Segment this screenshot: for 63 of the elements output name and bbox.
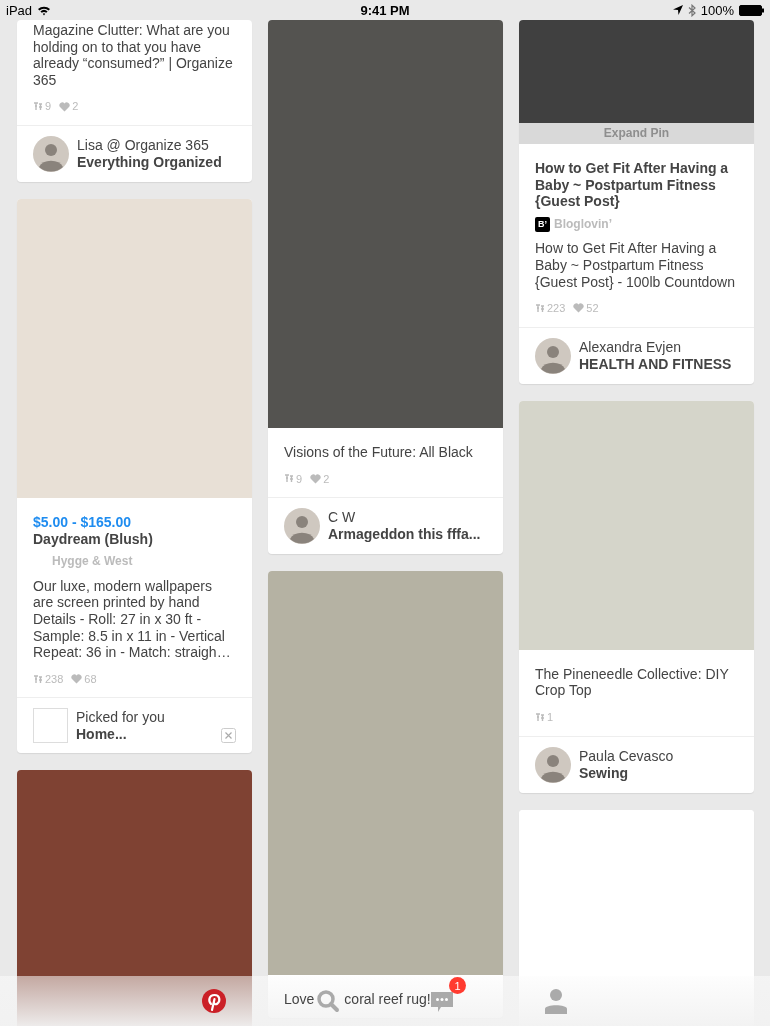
pin-description: Love: [284, 991, 315, 1008]
pin-title: How to Get Fit After Having a Baby ~ Postpartum Fitness {Guest Post}: [535, 160, 730, 210]
pin-icon: [535, 303, 545, 313]
avatar-icon[interactable]: [535, 337, 571, 374]
heart-icon: [71, 674, 83, 684]
price: $5.00 - $165.00: [33, 513, 133, 531]
person-icon: [544, 988, 568, 1014]
heart-icon: [59, 101, 71, 112]
pin-description: Our luxe, modern wallpapers are screen printed by hand Details - Roll: 27 in x 30 ft - Sample: 8.5 in x 11 in - Vertical Repeat: 36 in - Match: straigh…: [33, 577, 232, 661]
source-logo: B’: [535, 216, 550, 232]
pin-card[interactable]: Magazine Clutter: What are you holding on to that you have already “consumed?” | Organize 365 9 2 Lisa @ Organize 365 Everything Organized: [17, 20, 252, 182]
board-name[interactable]: Armageddon this fffa...: [328, 526, 481, 544]
clock-time: 9:41 PM: [360, 2, 410, 18]
pinner-name[interactable]: Alexandra Evjen: [579, 338, 732, 356]
wifi-icon: [37, 4, 52, 16]
board-name[interactable]: HEALTH AND FITNESS: [579, 355, 732, 373]
profile-tab[interactable]: [542, 986, 570, 1016]
like-count: 52: [586, 301, 599, 317]
repin-count: 223: [547, 301, 566, 317]
location-arrow-icon: [672, 5, 683, 15]
pin-description: Visions of the Future: All Black: [284, 444, 474, 461]
pin-title: Daydream (Blush): [33, 530, 154, 548]
pin-card[interactable]: Visions of the Future: All Black 9 2 C W Armageddon this fffa...: [268, 20, 503, 555]
board-name[interactable]: Sewing: [579, 764, 674, 782]
chat-bubble-icon: [430, 989, 454, 1013]
pinner-name[interactable]: Lisa @ Organize 365: [77, 136, 222, 154]
pin-card[interactable]: [519, 20, 754, 384]
board-name[interactable]: Home...: [76, 725, 165, 743]
like-count: 68: [84, 671, 97, 687]
pin-description: coral reef rug!: [344, 991, 431, 1008]
pin-description: Magazine Clutter: What are you holding on to that you have already “consumed?” | Organize 365: [33, 22, 234, 89]
pin-description: How to Get Fit After Having a Baby ~ Postpartum Fitness {Guest Post} - 100lb Countdown: [535, 240, 737, 291]
heart-icon: [573, 303, 585, 314]
pinner-name[interactable]: Picked for you: [76, 708, 165, 726]
battery-percent: 100%: [700, 2, 734, 18]
repin-count: 9: [45, 99, 52, 115]
bluetooth-icon: [687, 3, 696, 17]
pin-icon: [535, 712, 545, 722]
board-thumbnail[interactable]: [33, 708, 68, 744]
pin-logo-icon: [202, 989, 226, 1013]
pin-card[interactable]: The Pineneedle Collective: DIY Crop Top 1 Paula Cevasco Sewing: [519, 400, 754, 793]
pin-icon: [33, 102, 43, 112]
heart-icon: [310, 473, 322, 484]
board-name[interactable]: Everything Organized: [77, 153, 222, 171]
avatar-icon[interactable]: [535, 746, 571, 783]
battery-icon: [739, 4, 764, 16]
pinner-name[interactable]: Paula Cevasco: [579, 747, 674, 765]
avatar-icon[interactable]: [284, 508, 320, 545]
pinner-name[interactable]: C W: [328, 509, 481, 527]
avatar-icon[interactable]: [33, 135, 69, 172]
repin-count: 1: [547, 709, 554, 725]
repin-count: 9: [296, 471, 303, 487]
pin-icon: [284, 474, 294, 484]
device-name: iPad: [6, 2, 33, 18]
search-icon: [316, 989, 340, 1013]
pin-icon: [33, 674, 43, 684]
repin-count: 238: [45, 671, 64, 687]
notification-badge: 1: [449, 977, 466, 994]
home-tab[interactable]: [200, 986, 228, 1016]
pin-description: The Pineneedle Collective: DIY Crop Top: [535, 665, 730, 699]
like-count: 2: [72, 99, 79, 115]
like-count: 2: [323, 471, 330, 487]
close-icon[interactable]: [221, 728, 236, 744]
